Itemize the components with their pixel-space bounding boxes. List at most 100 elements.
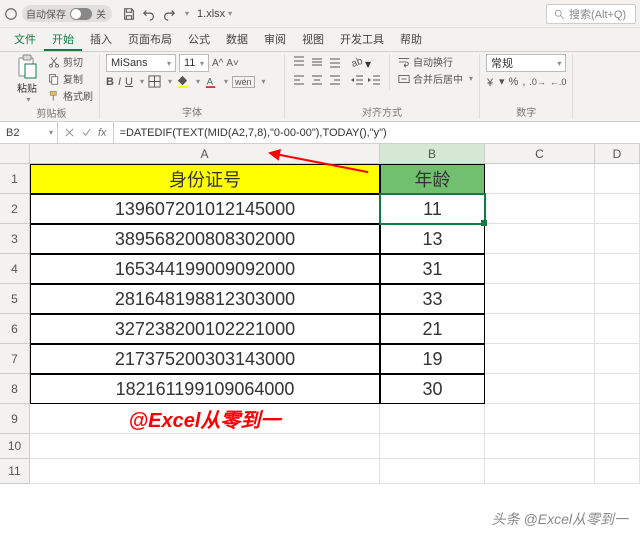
app-menu-icon[interactable] (4, 7, 18, 21)
accept-formula-icon[interactable] (81, 127, 92, 138)
cell-id[interactable]: 217375200303143000 (30, 344, 380, 374)
undo-icon[interactable] (142, 7, 156, 21)
cell-id[interactable]: 389568200808302000 (30, 224, 380, 254)
tab-data[interactable]: 数据 (218, 27, 256, 51)
empty-cell[interactable] (380, 434, 485, 459)
header-age[interactable]: 年龄 (380, 164, 485, 194)
decrease-decimal-button[interactable]: ←.0 (550, 77, 567, 87)
empty-cell[interactable] (485, 164, 595, 194)
empty-cell[interactable] (485, 404, 595, 434)
merge-center-button[interactable]: 合并后居中▾ (398, 71, 473, 86)
empty-cell[interactable] (595, 284, 640, 314)
name-box[interactable]: B2▾ (0, 122, 58, 143)
increase-indent-icon[interactable] (368, 74, 381, 90)
cell-id[interactable]: 139607201012145000 (30, 194, 380, 224)
row-header[interactable]: 2 (0, 194, 30, 224)
row-header[interactable]: 8 (0, 374, 30, 404)
empty-cell[interactable] (485, 254, 595, 284)
cell-id[interactable]: 281648198812303000 (30, 284, 380, 314)
align-right-icon[interactable] (327, 72, 343, 88)
file-dropdown-icon[interactable]: ▾ (228, 9, 232, 18)
empty-cell[interactable] (485, 344, 595, 374)
col-header-B[interactable]: B (380, 144, 485, 164)
empty-cell[interactable] (595, 374, 640, 404)
empty-cell[interactable] (30, 459, 380, 484)
empty-cell[interactable] (485, 314, 595, 344)
cell-age[interactable]: 30 (380, 374, 485, 404)
tab-home[interactable]: 开始 (44, 27, 82, 51)
cell-id[interactable]: 327238200102221000 (30, 314, 380, 344)
tab-help[interactable]: 帮助 (392, 27, 430, 51)
worksheet[interactable]: A B C D 1 身份证号 年龄 2 139607201012145000 1… (0, 144, 640, 484)
cell-age[interactable]: 19 (380, 344, 485, 374)
format-painter-button[interactable]: 格式刷 (48, 88, 93, 103)
wrap-text-button[interactable]: 自动换行 (398, 54, 473, 69)
row-header[interactable]: 3 (0, 224, 30, 254)
row-header[interactable]: 1 (0, 164, 30, 194)
empty-cell[interactable] (380, 404, 485, 434)
font-color-button[interactable]: A (204, 75, 217, 88)
row-header[interactable]: 7 (0, 344, 30, 374)
row-header[interactable]: 4 (0, 254, 30, 284)
empty-cell[interactable] (595, 194, 640, 224)
qat-dropdown-icon[interactable]: ▾ (185, 9, 189, 18)
empty-cell[interactable] (595, 434, 640, 459)
fill-color-button[interactable] (176, 75, 189, 88)
empty-cell[interactable] (595, 314, 640, 344)
align-center-icon[interactable] (309, 72, 325, 88)
decrease-indent-icon[interactable] (351, 74, 364, 90)
increase-font-icon[interactable]: A^ (212, 58, 223, 69)
row-header[interactable]: 5 (0, 284, 30, 314)
autosave-toggle[interactable]: 自动保存 关 (22, 5, 112, 22)
empty-cell[interactable] (485, 194, 595, 224)
col-header-A[interactable]: A (30, 144, 380, 164)
empty-cell[interactable] (595, 459, 640, 484)
align-left-icon[interactable] (291, 72, 307, 88)
empty-cell[interactable] (485, 459, 595, 484)
empty-cell[interactable] (485, 434, 595, 459)
select-all-corner[interactable] (0, 144, 30, 164)
row-header[interactable]: 6 (0, 314, 30, 344)
empty-cell[interactable] (485, 374, 595, 404)
header-id[interactable]: 身份证号 (30, 164, 380, 194)
align-bottom-icon[interactable] (327, 54, 343, 70)
redo-icon[interactable] (162, 7, 176, 21)
cell-id[interactable]: 165344199009092000 (30, 254, 380, 284)
cell-id[interactable]: 182161199109064000 (30, 374, 380, 404)
col-header-D[interactable]: D (595, 144, 640, 164)
cell-age[interactable]: 31 (380, 254, 485, 284)
col-header-C[interactable]: C (485, 144, 595, 164)
cell-age[interactable]: 33 (380, 284, 485, 314)
empty-cell[interactable] (485, 284, 595, 314)
italic-button[interactable]: I (118, 76, 121, 88)
align-middle-icon[interactable] (309, 54, 325, 70)
copy-button[interactable]: 复制 (48, 71, 93, 86)
cut-button[interactable]: 剪切 (48, 54, 93, 69)
save-icon[interactable] (122, 7, 136, 21)
empty-cell[interactable] (595, 404, 640, 434)
empty-cell[interactable] (595, 224, 640, 254)
phonetic-button[interactable]: wén (232, 76, 255, 88)
search-box[interactable]: 搜索(Alt+Q) (546, 4, 636, 24)
cell-age[interactable]: 13 (380, 224, 485, 254)
accounting-format-button[interactable]: ¥▾ (486, 75, 505, 88)
tab-file[interactable]: 文件 (6, 27, 44, 51)
paste-button[interactable]: 粘贴 ▾ (10, 54, 44, 104)
cell-age[interactable]: 21 (380, 314, 485, 344)
tab-page-layout[interactable]: 页面布局 (120, 27, 180, 51)
font-size-select[interactable]: 11▾ (179, 54, 209, 72)
empty-cell[interactable] (380, 459, 485, 484)
empty-cell[interactable] (30, 434, 380, 459)
tab-developer[interactable]: 开发工具 (332, 27, 392, 51)
font-name-select[interactable]: MiSans▾ (106, 54, 176, 72)
underline-button[interactable]: U (125, 76, 133, 88)
empty-cell[interactable] (595, 344, 640, 374)
tab-formulas[interactable]: 公式 (180, 27, 218, 51)
credit-cell[interactable]: @Excel从零到一 (30, 404, 380, 434)
row-header[interactable]: 9 (0, 404, 30, 434)
decrease-font-icon[interactable]: A˅ (226, 58, 239, 69)
border-button[interactable] (148, 75, 161, 88)
percent-format-button[interactable]: % (509, 76, 519, 88)
bold-button[interactable]: B (106, 76, 114, 88)
tab-review[interactable]: 审阅 (256, 27, 294, 51)
